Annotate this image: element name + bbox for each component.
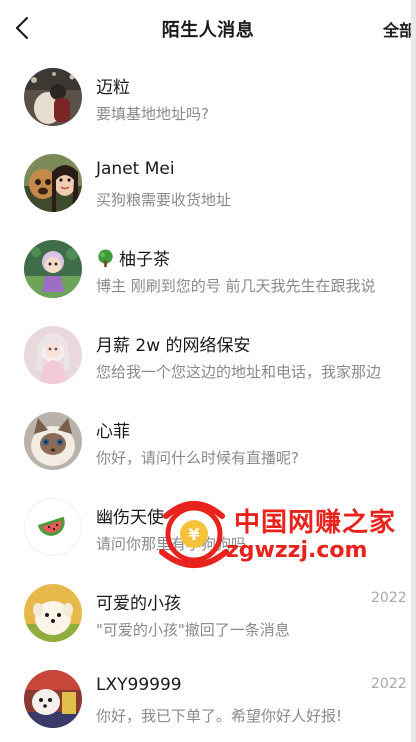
conversation-item[interactable]: 可爱的小孩 2022 "可爱的小孩"撤回了一条消息 xyxy=(0,570,411,656)
contact-name: 迈粒 xyxy=(96,78,130,98)
avatar xyxy=(24,326,82,384)
scrollbar-track xyxy=(411,0,416,742)
contact-name: 月薪 2w 的网络保安 xyxy=(96,336,251,356)
message-preview: 博主 刚刷到您的号 前几天我先生在跟我说 xyxy=(96,277,376,295)
message-preview: "可爱的小孩"撤回了一条消息 xyxy=(96,621,290,639)
conversation-item[interactable]: 月薪 2w 的网络保安 您给我一个您这边的地址和电话，我家那边 xyxy=(0,312,411,398)
avatar xyxy=(24,68,82,126)
avatar xyxy=(24,154,82,212)
contact-name: Janet Mei xyxy=(96,159,175,179)
message-preview: 买狗粮需要收货地址 xyxy=(96,191,232,209)
avatar xyxy=(24,240,82,298)
contact-name: 柚子茶 xyxy=(96,245,170,270)
message-preview: 你好，请问什么时候有直播呢? xyxy=(96,449,299,467)
message-list: 迈粒 要填基地地址吗? Janet Mei 买狗粮需要收货地址 柚子茶 博主 刚… xyxy=(0,54,411,742)
conversation-item[interactable]: 迈粒 要填基地地址吗? xyxy=(0,54,411,140)
top-bar: 陌生人消息 全部已读 xyxy=(0,0,416,56)
page-title: 陌生人消息 xyxy=(161,20,255,41)
contact-name-text: 柚子茶 xyxy=(119,250,170,270)
message-preview: 您给我一个您这边的地址和电话，我家那边 xyxy=(96,363,382,381)
message-time: 2022 xyxy=(371,676,407,692)
conversation-item[interactable]: 心菲 你好，请问什么时候有直播呢? xyxy=(0,398,411,484)
contact-name: 幽伤天使 xyxy=(96,508,164,528)
contact-name: LXY99999 xyxy=(96,675,182,695)
avatar xyxy=(24,670,82,728)
conversation-item[interactable]: Janet Mei 买狗粮需要收货地址 xyxy=(0,140,411,226)
avatar xyxy=(24,498,82,556)
avatar xyxy=(24,412,82,470)
message-time: 2022 xyxy=(371,590,407,606)
avatar xyxy=(24,584,82,642)
contact-name: 可爱的小孩 xyxy=(96,594,181,614)
message-preview: 你好，我已下单了。希望你好人好报! xyxy=(96,707,343,725)
tree-emoji-icon xyxy=(98,249,113,268)
conversation-item[interactable]: 幽伤天使 请问你那里有小狗狗吗 xyxy=(0,484,411,570)
message-preview: 请问你那里有小狗狗吗 xyxy=(96,535,247,553)
conversation-item[interactable]: LXY99999 2022 你好，我已下单了。希望你好人好报! xyxy=(0,656,411,742)
message-preview: 要填基地地址吗? xyxy=(96,105,209,123)
contact-name: 心菲 xyxy=(96,422,130,442)
conversation-item[interactable]: 柚子茶 博主 刚刷到您的号 前几天我先生在跟我说 xyxy=(0,226,411,312)
